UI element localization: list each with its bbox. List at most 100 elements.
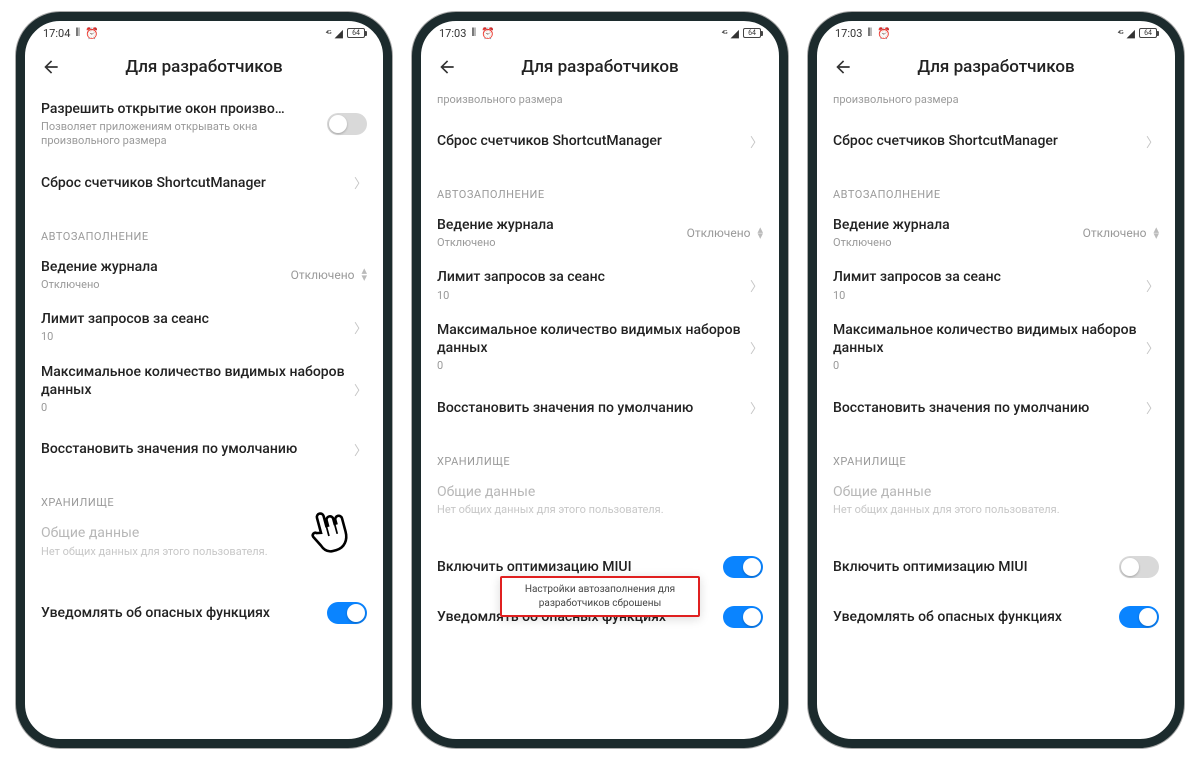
chevron-right-icon: 〉 — [750, 132, 763, 151]
phone-3: 17:03 ⫴ ⏰ ⁴ᴳ ◢ 64 Для разработчиков прои… — [808, 12, 1184, 748]
status-bar: 17:04 ⫴ ⏰ ⁴ᴳ ◢ 64 — [25, 21, 383, 43]
updown-icon: ▴▾ — [1153, 227, 1159, 240]
row-request-limit[interactable]: Лимит запросов за сеанс 10 〉 — [833, 259, 1159, 311]
row-title: Уведомлять об опасных функциях — [41, 604, 327, 622]
chevron-right-icon: 〉 — [1146, 338, 1159, 357]
row-subtitle: Отключено — [41, 278, 291, 292]
row-title: Ведение журнала — [437, 216, 687, 234]
row-title: Сброс счетчиков ShortcutManager — [833, 132, 1146, 150]
signal-icon: ◢ — [335, 27, 343, 40]
row-subtitle: 0 — [833, 359, 1146, 373]
row-restore-defaults[interactable]: Восстановить значения по умолчанию 〉 — [41, 424, 367, 474]
title-bar: Для разработчиков — [817, 43, 1175, 91]
chevron-right-icon: 〉 — [354, 380, 367, 399]
alarm-icon: ⏰ — [877, 27, 891, 40]
row-danger-functions[interactable]: Уведомлять об опасных функциях — [833, 592, 1159, 642]
toggle-danger[interactable] — [1119, 606, 1159, 628]
row-title: Общие данные — [833, 483, 1159, 501]
row-title: Максимальное количество видимых наборов … — [833, 321, 1146, 357]
title-bar: Для разработчиков — [421, 43, 779, 91]
row-logging[interactable]: Ведение журнала Отключено Отключено ▴▾ — [833, 207, 1159, 259]
clock: 17:04 — [43, 27, 70, 40]
page-title: Для разработчиков — [467, 57, 733, 77]
row-restore-defaults[interactable]: Восстановить значения по умолчанию 〉 — [833, 383, 1159, 433]
row-title: Сброс счетчиков ShortcutManager — [41, 174, 354, 192]
row-allow-resize[interactable]: Разрешить открытие окон произво… Позволя… — [41, 91, 367, 158]
signal-icon: ◢ — [731, 27, 739, 40]
row-request-limit[interactable]: Лимит запросов за сеанс 10 〉 — [437, 259, 763, 311]
arrow-left-icon — [833, 57, 853, 77]
row-title: Включить оптимизацию MIUI — [833, 558, 1119, 576]
row-title: Сброс счетчиков ShortcutManager — [437, 132, 750, 150]
network-icon: ⁴ᴳ — [1118, 29, 1123, 38]
vibrate-icon: ⫴ — [471, 26, 476, 40]
updown-icon: ▴▾ — [361, 268, 367, 281]
toggle-miui[interactable] — [1119, 556, 1159, 578]
battery-icon: 64 — [347, 28, 365, 38]
row-max-datasets[interactable]: Максимальное количество видимых наборов … — [437, 312, 763, 383]
cut-subtitle: произвольного размера — [833, 91, 1159, 116]
row-logging[interactable]: Ведение журнала Отключено Отключено ▴▾ — [437, 207, 763, 259]
signal-icon: ◢ — [1127, 27, 1135, 40]
settings-list[interactable]: Разрешить открытие окон произво… Позволя… — [25, 91, 383, 739]
row-title: Общие данные — [437, 483, 763, 501]
phone-1: 17:04 ⫴ ⏰ ⁴ᴳ ◢ 64 Для разработчиков Разр… — [16, 12, 392, 748]
cut-subtitle: произвольного размера — [437, 91, 763, 116]
row-title: Включить оптимизацию MIUI — [437, 558, 723, 576]
row-subtitle: 10 — [41, 330, 354, 344]
back-button[interactable] — [823, 47, 863, 87]
phone-2: 17:03 ⫴ ⏰ ⁴ᴳ ◢ 64 Для разработчиков прои… — [412, 12, 788, 748]
row-request-limit[interactable]: Лимит запросов за сеанс 10 〉 — [41, 301, 367, 353]
alarm-icon: ⏰ — [481, 27, 495, 40]
section-autofill: АВТОЗАПОЛНЕНИЕ — [437, 166, 763, 207]
row-reset-shortcutmanager[interactable]: Сброс счетчиков ShortcutManager 〉 — [833, 116, 1159, 166]
row-title: Общие данные — [41, 524, 367, 542]
back-button[interactable] — [427, 47, 467, 87]
row-max-datasets[interactable]: Максимальное количество видимых наборов … — [833, 312, 1159, 383]
row-max-datasets[interactable]: Максимальное количество видимых наборов … — [41, 354, 367, 425]
row-danger-functions[interactable]: Уведомлять об опасных функциях — [41, 588, 367, 638]
row-reset-shortcutmanager[interactable]: Сброс счетчиков ShortcutManager 〉 — [437, 116, 763, 166]
row-subtitle: 10 — [437, 289, 750, 303]
row-value: Отключено — [1083, 226, 1147, 240]
row-subtitle: 0 — [437, 359, 750, 373]
row-reset-shortcutmanager[interactable]: Сброс счетчиков ShortcutManager 〉 — [41, 158, 367, 208]
chevron-right-icon: 〉 — [354, 173, 367, 192]
row-value: Отключено — [687, 226, 751, 240]
row-subtitle: Нет общих данных для этого пользователя. — [41, 545, 367, 559]
row-title: Восстановить значения по умолчанию — [437, 399, 750, 417]
vibrate-icon: ⫴ — [75, 26, 80, 40]
section-autofill: АВТОЗАПОЛНЕНИЕ — [41, 208, 367, 249]
row-subtitle: Нет общих данных для этого пользователя. — [437, 503, 763, 517]
chevron-right-icon: 〉 — [354, 440, 367, 459]
arrow-left-icon — [437, 57, 457, 77]
network-icon: ⁴ᴳ — [326, 29, 331, 38]
row-restore-defaults[interactable]: Восстановить значения по умолчанию 〉 — [437, 383, 763, 433]
toggle-allow-resize[interactable] — [327, 113, 367, 135]
status-bar: 17:03 ⫴ ⏰ ⁴ᴳ ◢ 64 — [817, 21, 1175, 43]
toggle-danger[interactable] — [723, 606, 763, 628]
row-subtitle: Нет общих данных для этого пользователя. — [833, 503, 1159, 517]
toggle-miui[interactable] — [723, 556, 763, 578]
row-logging[interactable]: Ведение журнала Отключено Отключено ▴▾ — [41, 249, 367, 301]
section-storage: ХРАНИЛИЩЕ — [833, 433, 1159, 474]
row-title: Восстановить значения по умолчанию — [41, 440, 354, 458]
row-title: Ведение журнала — [833, 216, 1083, 234]
row-title: Лимит запросов за сеанс — [437, 268, 750, 286]
network-icon: ⁴ᴳ — [722, 29, 727, 38]
settings-list[interactable]: произвольного размера Сброс счетчиков Sh… — [817, 91, 1175, 739]
row-subtitle: Отключено — [833, 236, 1083, 250]
settings-list[interactable]: произвольного размера Сброс счетчиков Sh… — [421, 91, 779, 739]
row-title: Максимальное количество видимых наборов … — [41, 363, 354, 399]
alarm-icon: ⏰ — [85, 27, 99, 40]
chevron-right-icon: 〉 — [1146, 276, 1159, 295]
updown-icon: ▴▾ — [757, 227, 763, 240]
page-title: Для разработчиков — [71, 57, 337, 77]
back-button[interactable] — [31, 47, 71, 87]
row-miui-optimization[interactable]: Включить оптимизацию MIUI — [833, 542, 1159, 592]
section-autofill: АВТОЗАПОЛНЕНИЕ — [833, 166, 1159, 207]
row-title: Максимальное количество видимых наборов … — [437, 321, 750, 357]
toggle-danger[interactable] — [327, 602, 367, 624]
title-bar: Для разработчиков — [25, 43, 383, 91]
chevron-right-icon: 〉 — [750, 338, 763, 357]
